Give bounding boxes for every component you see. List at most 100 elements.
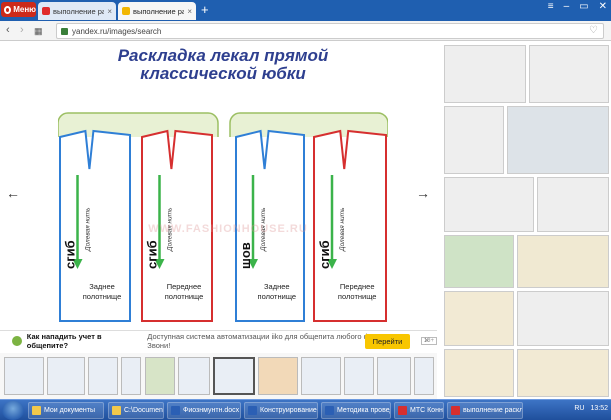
- related-images-grid: [444, 45, 611, 397]
- language-indicator[interactable]: RU: [574, 405, 584, 412]
- tab-1[interactable]: выполнение раскладо ×: [38, 2, 116, 20]
- strip-thumb[interactable]: [178, 357, 210, 395]
- forward-arrow-icon[interactable]: ›: [20, 24, 24, 36]
- taskbar-item-label: Конструирование и ...: [260, 407, 317, 414]
- bookmark-heart-icon[interactable]: ♡: [589, 25, 598, 36]
- image-viewer: ← Раскладка лекал прямой классической юб…: [0, 41, 611, 399]
- minimize-button[interactable]: –: [564, 1, 570, 12]
- taskbar-app-icon: [32, 406, 41, 415]
- taskbar-item-label: Мои документы: [44, 407, 96, 414]
- taskbar-item[interactable]: МТС Коннект: [394, 402, 444, 419]
- taskbar-app-icon: [171, 406, 180, 415]
- prev-image-arrow-icon[interactable]: ←: [6, 185, 20, 201]
- fold-label: сгиб: [145, 240, 160, 269]
- strip-thumb[interactable]: [414, 357, 434, 395]
- ad-notification-bar: Как нападить учет в общепите? Доступная …: [0, 330, 437, 351]
- strip-thumb[interactable]: [301, 357, 341, 395]
- url-text: yandex.ru/images/search: [72, 26, 162, 36]
- maximize-button[interactable]: ▭: [579, 1, 588, 12]
- fold-label: сгиб: [317, 240, 332, 269]
- ad-go-button[interactable]: Перейти: [365, 334, 410, 349]
- ad-close-icon[interactable]: ×: [424, 335, 429, 345]
- tab-2-label: выполнение раскладок пр: [133, 6, 185, 16]
- tab-2-close-icon[interactable]: ×: [187, 7, 192, 16]
- related-thumb[interactable]: [529, 45, 609, 103]
- related-thumb[interactable]: [444, 106, 504, 174]
- related-thumb[interactable]: [444, 235, 514, 288]
- related-thumb[interactable]: [517, 235, 609, 288]
- tab-1-label: выполнение раскладо: [53, 6, 105, 16]
- fold-label: шов: [238, 242, 253, 269]
- piece-name-line2: полотнище: [165, 292, 204, 301]
- secure-lock-icon: [61, 27, 68, 35]
- tab-1-close-icon[interactable]: ×: [107, 7, 112, 16]
- piece-name-line1: Заднее: [89, 282, 115, 291]
- taskbar-item-label: выполнение расклад...: [463, 407, 523, 414]
- piece-name-line1: Переднее: [167, 282, 202, 291]
- browser-menu-button[interactable]: Меню: [1, 2, 36, 17]
- taskbar-app-icon: [451, 406, 460, 415]
- clock: 13:52: [590, 405, 608, 412]
- piece-name-line2: полотнище: [83, 292, 122, 301]
- image-preview[interactable]: Раскладка лекал прямой классической юбки…: [58, 45, 388, 327]
- related-thumb[interactable]: [517, 349, 609, 397]
- related-thumb[interactable]: [537, 177, 609, 232]
- piece-name-line1: Переднее: [340, 282, 375, 291]
- taskbar-item-label: МТС Коннект: [410, 407, 443, 414]
- piece-name-line2: полотнище: [258, 292, 297, 301]
- strip-thumb-selected[interactable]: [213, 357, 255, 395]
- close-window-button[interactable]: ✕: [599, 1, 607, 12]
- strip-thumb[interactable]: [258, 357, 298, 395]
- taskbar-item-label: Фиознмунтн.docx - ...: [183, 407, 240, 414]
- related-thumb[interactable]: [444, 45, 526, 103]
- next-image-arrow-icon[interactable]: →: [416, 185, 430, 201]
- back-arrow-icon[interactable]: ‹: [6, 24, 10, 36]
- watermark: WWW.FASHIONHOUSE.RU: [148, 223, 308, 235]
- new-tab-button[interactable]: +: [201, 3, 209, 16]
- taskbar-app-icon: [248, 406, 257, 415]
- taskbar-item-label: Методика проведе...: [337, 407, 390, 414]
- opera-logo-icon: [4, 5, 12, 14]
- related-thumb[interactable]: [444, 291, 514, 346]
- taskbar-item[interactable]: Конструирование и ...: [244, 402, 318, 419]
- piece-name-line2: полотнище: [338, 292, 377, 301]
- ad-question[interactable]: Как нападить учет в общепите?: [27, 332, 143, 350]
- start-button[interactable]: [2, 401, 24, 420]
- taskbar-item[interactable]: выполнение расклад...: [447, 402, 523, 419]
- taskbar-item[interactable]: Мои документы: [28, 402, 104, 419]
- strip-thumb[interactable]: [121, 357, 141, 395]
- strip-thumb[interactable]: [4, 357, 44, 395]
- tab-strip: Меню выполнение раскладо × выполнение ра…: [0, 0, 611, 21]
- images-favicon-icon: [122, 7, 130, 15]
- yandex-favicon-icon: [42, 7, 50, 15]
- taskbar-item[interactable]: Фиознмунтн.docx - ...: [167, 402, 241, 419]
- menu-lines-icon[interactable]: ≡: [548, 1, 554, 12]
- related-thumb[interactable]: [517, 291, 609, 346]
- speed-dial-grid-icon[interactable]: ▦: [34, 26, 43, 37]
- strip-thumb[interactable]: [377, 357, 411, 395]
- tab-2-active[interactable]: выполнение раскладок пр ×: [118, 2, 196, 20]
- strip-thumb[interactable]: [88, 357, 118, 395]
- taskbar-app-icon: [112, 406, 121, 415]
- thumbnail-strip: [0, 353, 437, 399]
- related-thumb[interactable]: [507, 106, 609, 174]
- taskbar-item[interactable]: C:\Documents and ...: [108, 402, 164, 419]
- menu-label: Меню: [13, 5, 36, 14]
- strip-thumb[interactable]: [47, 357, 85, 395]
- window-controls: ≡ – ▭ ✕: [548, 1, 607, 12]
- skirt-pattern-layout: сгибДолевая нитьЗаднееполотнищесгибДолев…: [58, 112, 388, 327]
- address-bar-row: ‹ › ▦ yandex.ru/images/search ♡: [0, 21, 611, 41]
- windows-taskbar: Мои документы C:\Documents and ... Фиознму…: [0, 399, 611, 420]
- strip-thumb[interactable]: [344, 357, 374, 395]
- piece-name-line1: Заднее: [264, 282, 290, 291]
- strip-thumb[interactable]: [145, 357, 175, 395]
- taskbar-item[interactable]: Методика проведе...: [321, 402, 391, 419]
- grainline-label: Долевая нить: [85, 207, 92, 252]
- taskbar-app-icon: [398, 406, 407, 415]
- taskbar-item-label: C:\Documents and ...: [124, 407, 164, 414]
- fold-label: сгиб: [63, 240, 78, 269]
- related-thumb[interactable]: [444, 349, 514, 397]
- taskbar-app-icon: [325, 406, 334, 415]
- url-field[interactable]: yandex.ru/images/search ♡: [56, 23, 604, 39]
- related-thumb[interactable]: [444, 177, 534, 232]
